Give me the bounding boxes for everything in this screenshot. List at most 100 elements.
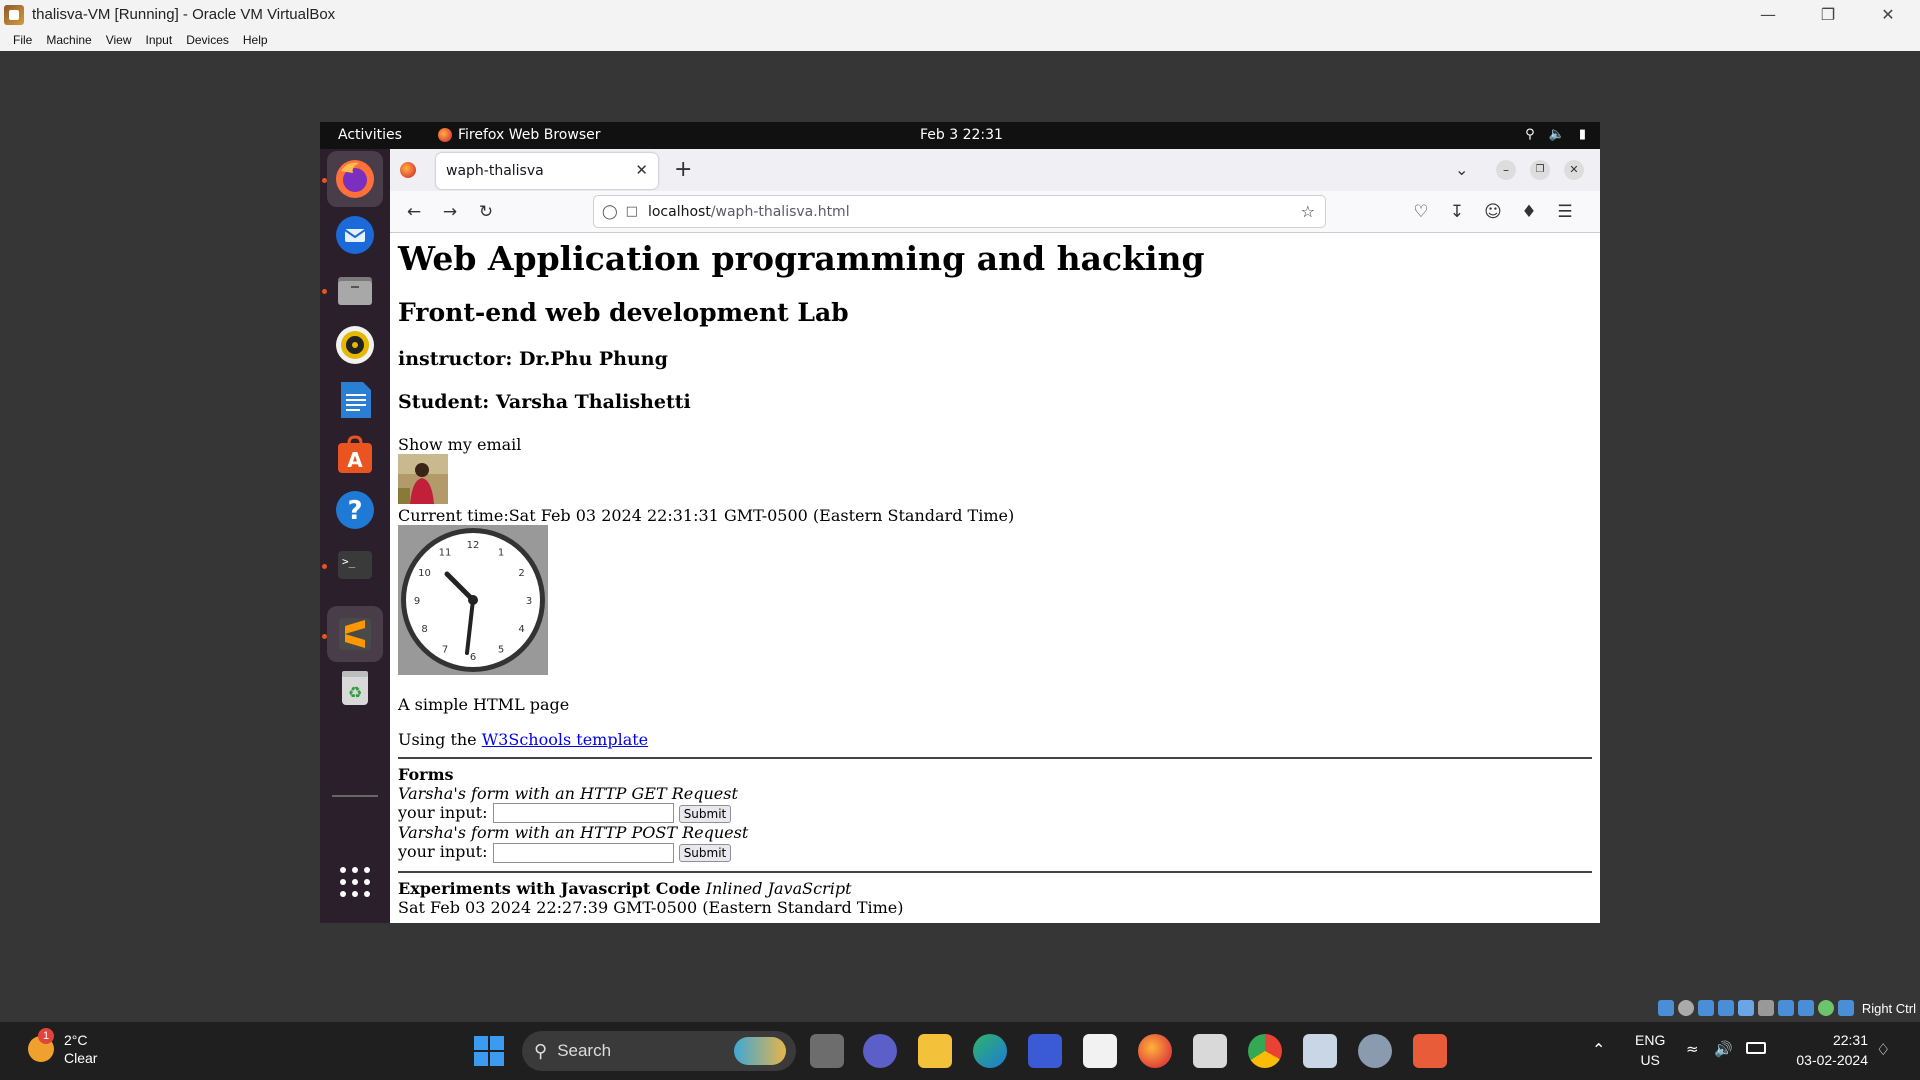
- taskbar-search[interactable]: ⚲ Search: [522, 1031, 796, 1071]
- clock-number: 11: [439, 547, 452, 558]
- lab-heading: Front-end web development Lab: [398, 298, 849, 328]
- notification-badge: 1: [38, 1028, 54, 1044]
- firefox-view-icon[interactable]: [400, 162, 416, 178]
- pocket-icon[interactable]: ♡: [1409, 200, 1433, 224]
- downloads-icon[interactable]: ↧: [1445, 200, 1469, 224]
- show-email-toggle[interactable]: Show my email: [398, 435, 1600, 454]
- show-hidden-icons-chevron[interactable]: ⌃: [1592, 1040, 1605, 1059]
- tab-waph-thalisva[interactable]: waph-thalisva ✕: [436, 153, 658, 189]
- forward-arrow-icon[interactable]: →: [438, 200, 462, 224]
- display-icon[interactable]: [1777, 1000, 1794, 1016]
- js-inline-label: Inlined JavaScript: [705, 878, 852, 898]
- speaker-icon[interactable]: 🔊: [1714, 1040, 1733, 1058]
- writer-icon: [341, 382, 371, 418]
- navigation-bar: ← → ↻ ◯ □ localhost/waph-thalisva.html ☆…: [390, 191, 1600, 233]
- dock-rhythmbox[interactable]: [327, 317, 383, 373]
- list-tabs-chevron-icon[interactable]: ⌄: [1455, 160, 1468, 179]
- dock-separator: [332, 795, 378, 797]
- activities-button[interactable]: Activities: [338, 127, 402, 143]
- get-submit-button[interactable]: Submit: [678, 804, 732, 823]
- firefox-taskbar-icon[interactable]: [1138, 1034, 1172, 1068]
- mouse-integration-icon[interactable]: [1837, 1000, 1854, 1016]
- minimize-button[interactable]: —: [1740, 0, 1796, 29]
- hard-disk-icon[interactable]: [1657, 1000, 1674, 1016]
- dock-sublime-text[interactable]: [327, 606, 383, 662]
- battery-status-icon[interactable]: [1746, 1042, 1766, 1054]
- extensions-icon[interactable]: ♦: [1517, 200, 1541, 224]
- post-input-field[interactable]: [492, 842, 674, 863]
- search-icon: ⚲: [534, 1040, 548, 1061]
- menu-view[interactable]: View: [99, 33, 139, 47]
- system-tray[interactable]: ⚲ 🔈 ▮: [1525, 127, 1586, 142]
- wifi-icon[interactable]: ≈: [1686, 1040, 1699, 1058]
- input-language[interactable]: ENG US: [1635, 1030, 1665, 1070]
- window-minimize-button[interactable]: –: [1496, 160, 1516, 180]
- simple-page-text: A simple HTML page: [398, 694, 570, 714]
- recording-icon[interactable]: [1797, 1000, 1814, 1016]
- usb-icon[interactable]: [1737, 1000, 1754, 1016]
- hamburger-menu-icon[interactable]: ☰: [1553, 200, 1577, 224]
- dock-help[interactable]: ?: [327, 482, 383, 538]
- menu-devices[interactable]: Devices: [179, 33, 236, 47]
- dock-show-apps[interactable]: [327, 854, 383, 910]
- get-form-caption: Varsha's form with an HTTP GET Request: [398, 783, 738, 803]
- back-arrow-icon[interactable]: ←: [402, 200, 426, 224]
- gnome-clock[interactable]: Feb 3 22:31: [920, 127, 1003, 143]
- dock-trash[interactable]: ♻: [327, 659, 383, 715]
- firefox-window: waph-thalisva ✕ + ⌄ – ❐ ✕ ← → ↻ ◯ □ loca…: [390, 149, 1600, 923]
- edge-icon[interactable]: [973, 1034, 1007, 1068]
- menu-machine[interactable]: Machine: [39, 33, 98, 47]
- new-tab-button[interactable]: +: [674, 157, 692, 182]
- start-windows-icon[interactable]: [474, 1036, 504, 1066]
- dock-libreoffice-writer[interactable]: [327, 372, 383, 428]
- page-info-icon[interactable]: □: [626, 204, 638, 219]
- divider: [398, 756, 1592, 759]
- firefox-icon: [336, 160, 374, 198]
- help-icon: ?: [336, 491, 374, 529]
- dock-thunderbird[interactable]: [327, 207, 383, 263]
- audio-icon[interactable]: [1697, 1000, 1714, 1016]
- chrome-icon[interactable]: [1248, 1034, 1282, 1068]
- notification-bell-icon[interactable]: ♢: [1876, 1040, 1890, 1059]
- virtualbox-taskbar-icon[interactable]: [1303, 1034, 1337, 1068]
- settings-gear-icon[interactable]: [1358, 1034, 1392, 1068]
- app-center-icon: A: [338, 435, 372, 473]
- cpu-activity-icon[interactable]: [1817, 1000, 1834, 1016]
- university-app-icon[interactable]: [1193, 1034, 1227, 1068]
- menu-help[interactable]: Help: [236, 33, 275, 47]
- student-heading: Student: Varsha Thalishetti: [398, 390, 691, 413]
- window-close-button[interactable]: ✕: [1564, 160, 1584, 180]
- window-maximize-button[interactable]: ❐: [1530, 160, 1550, 180]
- network-status-icon[interactable]: [1717, 1000, 1734, 1016]
- task-view-icon[interactable]: [810, 1034, 844, 1068]
- post-submit-button[interactable]: Submit: [678, 844, 732, 863]
- windows-taskbar: 1 2°C Clear ⚲ Search ⌃ ENG US ≈ 🔊 22:31 …: [0, 1022, 1920, 1080]
- reload-icon[interactable]: ↻: [474, 200, 498, 224]
- dock-files[interactable]: [327, 262, 383, 318]
- tab-close-icon[interactable]: ✕: [635, 161, 648, 179]
- virtual-machine-window-icon[interactable]: [1413, 1034, 1447, 1068]
- bookmark-star-icon[interactable]: ☆: [1301, 202, 1315, 221]
- menu-file[interactable]: File: [6, 33, 39, 47]
- page-content: Web Application programming and hacking …: [390, 233, 1600, 923]
- taskbar-clock[interactable]: 22:31 03-02-2024: [1796, 1030, 1868, 1070]
- get-input-field[interactable]: [492, 803, 674, 824]
- meet-chat-icon[interactable]: [863, 1034, 897, 1068]
- focused-app-menu[interactable]: Firefox Web Browser: [438, 127, 601, 143]
- tracking-shield-icon[interactable]: ◯: [602, 204, 618, 220]
- dock-firefox[interactable]: [327, 151, 383, 207]
- close-button[interactable]: ✕: [1860, 0, 1916, 29]
- copilot-icon[interactable]: [1028, 1034, 1062, 1068]
- dock-terminal[interactable]: >_: [327, 537, 383, 593]
- microsoft-store-icon[interactable]: [1083, 1034, 1117, 1068]
- url-bar[interactable]: ◯ □ localhost/waph-thalisva.html ☆: [593, 195, 1326, 228]
- dock-app-center[interactable]: A: [327, 427, 383, 483]
- file-explorer-icon[interactable]: [918, 1034, 952, 1068]
- shared-folder-icon[interactable]: [1757, 1000, 1774, 1016]
- account-icon[interactable]: ☺: [1481, 200, 1505, 224]
- clock-number: 10: [418, 568, 431, 579]
- optical-drive-icon[interactable]: [1677, 1000, 1694, 1016]
- menu-input[interactable]: Input: [139, 33, 180, 47]
- w3schools-link[interactable]: W3Schools template: [482, 730, 648, 749]
- restore-button[interactable]: ❐: [1800, 0, 1856, 29]
